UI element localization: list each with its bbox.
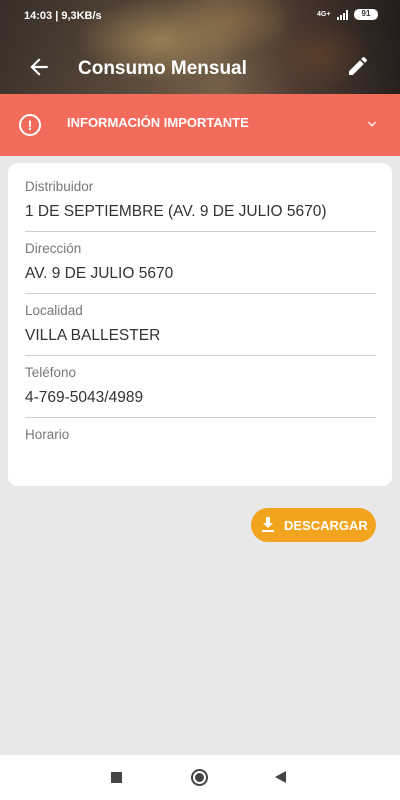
download-label: DESCARGAR — [284, 518, 368, 533]
field-distribuidor: Distribuidor 1 DE SEPTIEMBRE (AV. 9 DE J… — [25, 179, 376, 221]
field-localidad: Localidad VILLA BALLESTER — [25, 303, 376, 345]
back-arrow-icon[interactable] — [26, 54, 52, 80]
important-info-banner[interactable]: ! INFORMACIÓN IMPORTANTE — [0, 94, 400, 156]
download-button[interactable]: DESCARGAR — [251, 508, 376, 542]
field-label: Localidad — [25, 303, 83, 318]
chevron-down-icon[interactable] — [364, 116, 380, 132]
field-horario: Horario — [25, 427, 376, 451]
header: 14:03 | 9,3KB/s 4G+ 91 Consumo Mensual — [0, 0, 400, 94]
field-direccion: Dirección AV. 9 DE JULIO 5670 — [25, 241, 376, 283]
recent-apps-icon[interactable] — [111, 772, 122, 783]
back-triangle-icon[interactable] — [275, 771, 286, 783]
signal-icon — [337, 9, 348, 20]
network-type: 4G+ — [317, 11, 331, 18]
field-telefono: Teléfono 4-769-5043/4989 — [25, 365, 376, 407]
download-icon — [262, 517, 274, 532]
distributor-card: Distribuidor 1 DE SEPTIEMBRE (AV. 9 DE J… — [8, 163, 392, 486]
field-value: 1 DE SEPTIEMBRE (AV. 9 DE JULIO 5670) — [25, 203, 327, 220]
status-icons: 4G+ 91 — [317, 9, 378, 20]
edit-pencil-icon[interactable] — [346, 54, 370, 78]
battery-icon: 91 — [354, 9, 378, 20]
field-label: Horario — [25, 427, 70, 442]
alert-icon: ! — [19, 114, 41, 136]
divider — [25, 231, 376, 232]
field-value: 4-769-5043/4989 — [25, 389, 144, 406]
home-icon[interactable] — [191, 769, 208, 786]
system-nav-bar — [0, 755, 400, 800]
field-label: Teléfono — [25, 365, 77, 380]
status-time: 14:03 | 9,3KB/s — [24, 10, 102, 22]
divider — [25, 355, 376, 356]
field-label: Dirección — [25, 241, 82, 256]
field-value: AV. 9 DE JULIO 5670 — [25, 265, 174, 282]
field-label: Distribuidor — [25, 179, 94, 194]
app-bar: Consumo Mensual — [0, 48, 400, 88]
field-value: VILLA BALLESTER — [25, 327, 161, 344]
status-bar: 14:03 | 9,3KB/s 4G+ 91 — [0, 6, 400, 26]
divider — [25, 293, 376, 294]
page-title: Consumo Mensual — [78, 58, 247, 79]
divider — [25, 417, 376, 418]
alert-title: INFORMACIÓN IMPORTANTE — [67, 115, 249, 130]
